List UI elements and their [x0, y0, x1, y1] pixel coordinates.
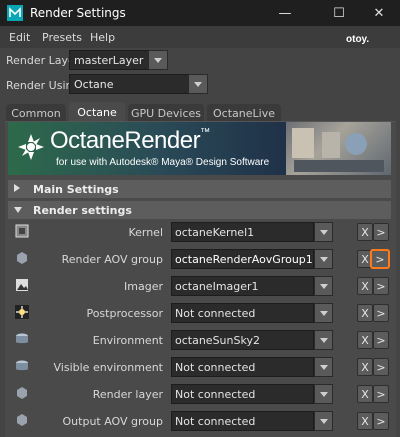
banner-title: OctaneRender™	[50, 127, 210, 154]
imager-label: Imager	[124, 280, 163, 293]
chevron-down-icon	[154, 57, 162, 63]
output-aov-group-clear-button[interactable]: X	[357, 412, 373, 430]
collapse-arrow-icon	[14, 207, 22, 213]
maximize-icon: ☐	[333, 5, 345, 21]
chevron-down-icon[interactable]	[314, 276, 333, 296]
render-layer-open-button[interactable]: >	[373, 385, 389, 403]
output-aov-group-label: Output AOV group	[62, 415, 163, 428]
tab-octane[interactable]: Octane	[69, 102, 125, 122]
otoy-logo: otoy.	[346, 34, 370, 45]
banner-render-preview	[286, 122, 391, 175]
render-aov-group-open-button[interactable]: >	[371, 250, 389, 268]
close-button[interactable]: ✕	[356, 0, 400, 26]
main-settings-header[interactable]: Main Settings	[8, 180, 391, 198]
postprocessor-open-button[interactable]: >	[373, 304, 389, 322]
menu-presets[interactable]: Presets	[42, 31, 82, 44]
chevron-down-icon[interactable]	[314, 303, 333, 323]
kernel-icon	[15, 224, 29, 238]
visible-environment-clear-button[interactable]: X	[357, 358, 373, 376]
visible-environment-icon	[16, 360, 28, 371]
output-aov-group-open-button[interactable]: >	[373, 412, 389, 430]
chevron-down-icon	[194, 81, 202, 87]
environment-select[interactable]: octaneSunSky2	[171, 330, 333, 350]
postprocessor-label: Postprocessor	[86, 307, 163, 320]
kernel-open-button[interactable]: >	[373, 223, 389, 241]
environment-label: Environment	[92, 334, 163, 347]
render-settings-title: Render settings	[33, 204, 132, 217]
minimize-icon: —	[278, 5, 292, 21]
output-aov-group-icon	[17, 414, 27, 426]
render-layer-select[interactable]: masterLayer	[69, 50, 149, 70]
banner-subtitle: for use with Autodesk® Maya® Design Soft…	[56, 157, 270, 168]
chevron-down-icon[interactable]	[314, 411, 333, 431]
imager-open-button[interactable]: >	[373, 277, 389, 295]
render-aov-group-select[interactable]: octaneRenderAovGroup1	[171, 249, 333, 269]
render-layer-row-label: Render layer	[92, 388, 163, 401]
environment-icon	[16, 333, 28, 344]
imager-clear-button[interactable]: X	[357, 277, 373, 295]
chevron-down-icon[interactable]	[314, 222, 333, 242]
octane-banner: OctaneRender™ for use with Autodesk® May…	[8, 122, 391, 175]
chevron-down-icon[interactable]	[314, 357, 333, 377]
chevron-down-icon[interactable]	[314, 249, 333, 269]
render-layer-clear-button[interactable]: X	[357, 385, 373, 403]
expand-arrow-icon	[14, 184, 20, 192]
close-icon: ✕	[373, 5, 385, 21]
main-settings-title: Main Settings	[33, 183, 119, 196]
render-layer-icon	[17, 387, 27, 399]
visible-environment-open-button[interactable]: >	[373, 358, 389, 376]
render-settings-header[interactable]: Render settings	[8, 201, 391, 219]
chevron-down-icon[interactable]	[314, 330, 333, 350]
visible-environment-select[interactable]: Not connected	[171, 357, 333, 377]
postprocessor-clear-button[interactable]: X	[357, 304, 373, 322]
title-bar: Render Settings — ☐ ✕	[0, 0, 400, 26]
tab-gpu-devices[interactable]: GPU Devices	[128, 104, 204, 122]
render-layer-dropdown[interactable]	[148, 50, 168, 70]
chevron-down-icon[interactable]	[314, 384, 333, 404]
window-title: Render Settings	[30, 6, 126, 20]
tab-octanelive[interactable]: OctaneLive	[207, 104, 281, 122]
menu-edit[interactable]: Edit	[9, 31, 30, 44]
output-aov-group-select[interactable]: Not connected	[171, 411, 333, 431]
tab-common[interactable]: Common	[6, 104, 66, 122]
octane-logo-icon	[18, 134, 44, 160]
kernel-label: Kernel	[128, 226, 163, 239]
postprocessor-select[interactable]: Not connected	[171, 303, 333, 323]
render-layer-row-select[interactable]: Not connected	[171, 384, 333, 404]
kernel-select[interactable]: octaneKernel1	[171, 222, 333, 242]
render-aov-group-label: Render AOV group	[61, 253, 163, 266]
render-using-select[interactable]: Octane	[69, 74, 189, 94]
menu-help[interactable]: Help	[90, 31, 115, 44]
maya-app-icon	[7, 5, 23, 21]
aov-group-icon	[17, 252, 27, 264]
minimize-button[interactable]: —	[262, 0, 308, 26]
imager-select[interactable]: octaneImager1	[171, 276, 333, 296]
environment-open-button[interactable]: >	[373, 331, 389, 349]
visible-environment-label: Visible environment	[53, 361, 163, 374]
kernel-clear-button[interactable]: X	[357, 223, 373, 241]
render-using-dropdown[interactable]	[188, 74, 208, 94]
menu-bar: Edit Presets Help	[0, 26, 400, 48]
imager-icon	[16, 279, 28, 291]
postprocessor-icon	[15, 305, 29, 319]
environment-clear-button[interactable]: X	[357, 331, 373, 349]
